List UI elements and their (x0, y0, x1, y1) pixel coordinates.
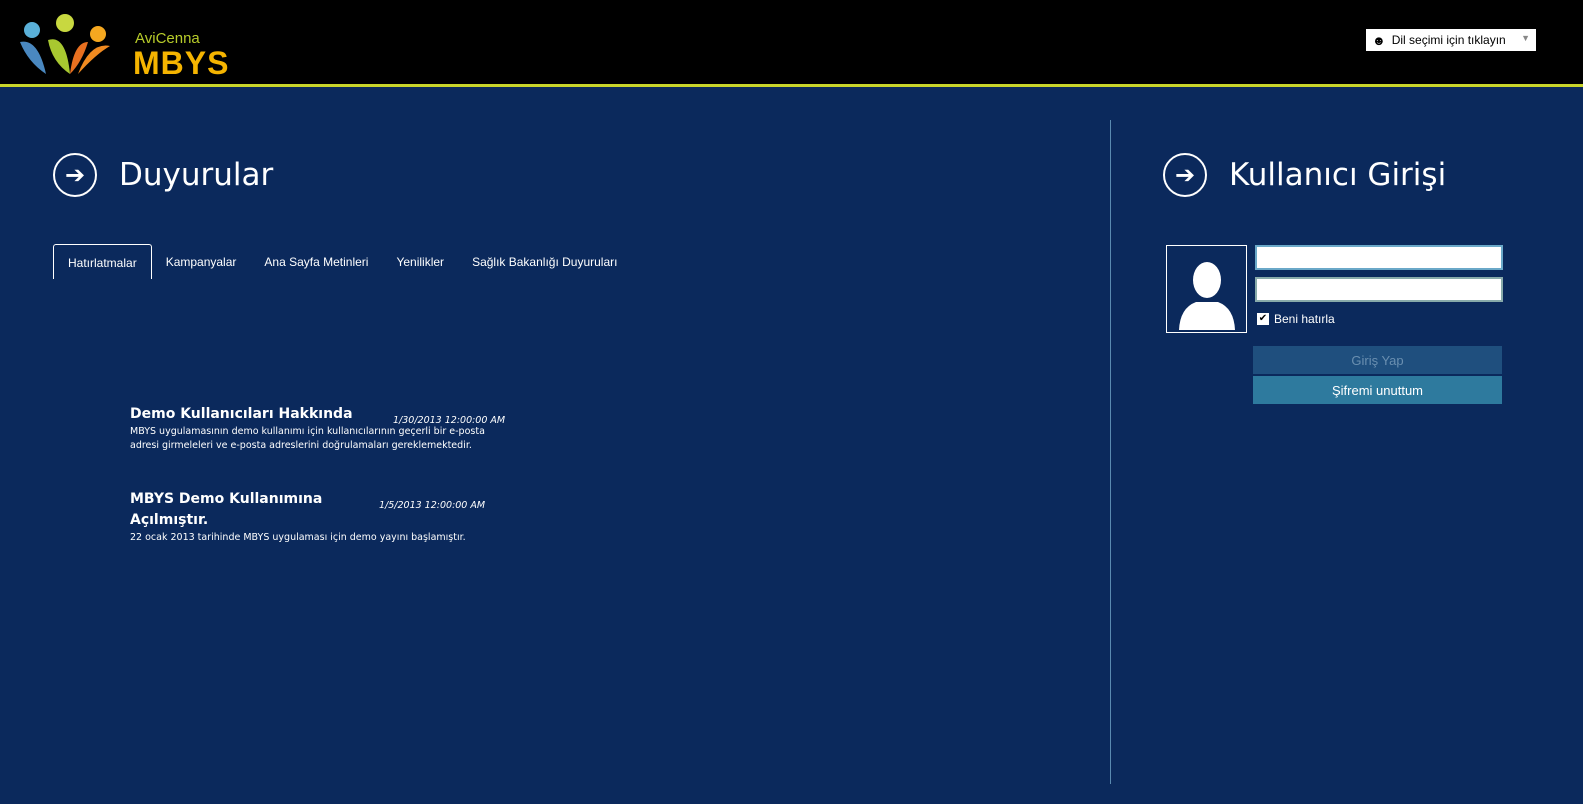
header: AviCenna MBYS ☻ Dil seçimi için tıklayın… (0, 0, 1583, 87)
logo-text-mbys: MBYS (133, 45, 230, 81)
arrow-right-circle-icon: ➔ (53, 153, 97, 197)
login-title: Kullanıcı Girişi (1229, 157, 1447, 193)
password-input[interactable] (1255, 277, 1503, 302)
announcement-date: 1/5/2013 12:00:00 AM (379, 500, 486, 511)
login-button[interactable]: Giriş Yap (1253, 346, 1502, 374)
tab-kampanyalar[interactable]: Kampanyalar (152, 244, 251, 279)
avicenna-logo: AviCenna MBYS (18, 12, 228, 81)
language-selector-label: Dil seçimi için tıklayın (1391, 33, 1506, 47)
user-avatar-icon (1166, 245, 1247, 333)
announcement-item: Demo Kullanıcıları Hakkında 1/30/2013 12… (130, 404, 510, 453)
login-heading: ➔ Kullanıcı Girişi (1163, 153, 1446, 197)
announcements-title: Duyurular (119, 157, 274, 193)
tab-saglik-bakanligi-duyurulari[interactable]: Sağlık Bakanlığı Duyuruları (458, 244, 631, 279)
tab-yenilikler[interactable]: Yenilikler (382, 244, 458, 279)
announcement-title: Demo Kullanıcıları Hakkında (130, 406, 353, 422)
remember-me-checkbox[interactable]: ✔ Beni hatırla (1257, 312, 1335, 326)
speaking-head-icon: ☻ (1372, 32, 1386, 48)
tab-hatirlatmalar[interactable]: Hatırlatmalar (53, 244, 152, 279)
arrow-right-circle-icon: ➔ (1163, 153, 1207, 197)
username-input[interactable] (1255, 245, 1503, 270)
remember-me-label: Beni hatırla (1274, 312, 1335, 326)
announcement-item: MBYS Demo Kullanımına Açılmıştır. 1/5/20… (130, 489, 510, 545)
section-divider (1110, 120, 1111, 784)
announcement-title: MBYS Demo Kullanımına Açılmıştır. (130, 491, 323, 528)
announcements-heading: ➔ Duyurular (53, 153, 273, 197)
announcement-tabs: Hatırlatmalar Kampanyalar Ana Sayfa Meti… (53, 244, 631, 279)
announcement-date: 1/30/2013 12:00:00 AM (393, 415, 506, 426)
checkmark-icon: ✔ (1257, 313, 1269, 325)
forgot-password-button[interactable]: Şifremi unuttum (1253, 376, 1502, 404)
tab-ana-sayfa-metinleri[interactable]: Ana Sayfa Metinleri (250, 244, 382, 279)
announcement-body: 22 ocak 2013 tarihinde MBYS uygulaması i… (130, 532, 466, 543)
chevron-down-icon: ▼ (1521, 33, 1530, 43)
language-selector[interactable]: ☻ Dil seçimi için tıklayın ▼ (1366, 29, 1536, 51)
people-logo-icon (20, 14, 110, 74)
announcement-body: MBYS uygulamasının demo kullanımı için k… (130, 426, 485, 451)
